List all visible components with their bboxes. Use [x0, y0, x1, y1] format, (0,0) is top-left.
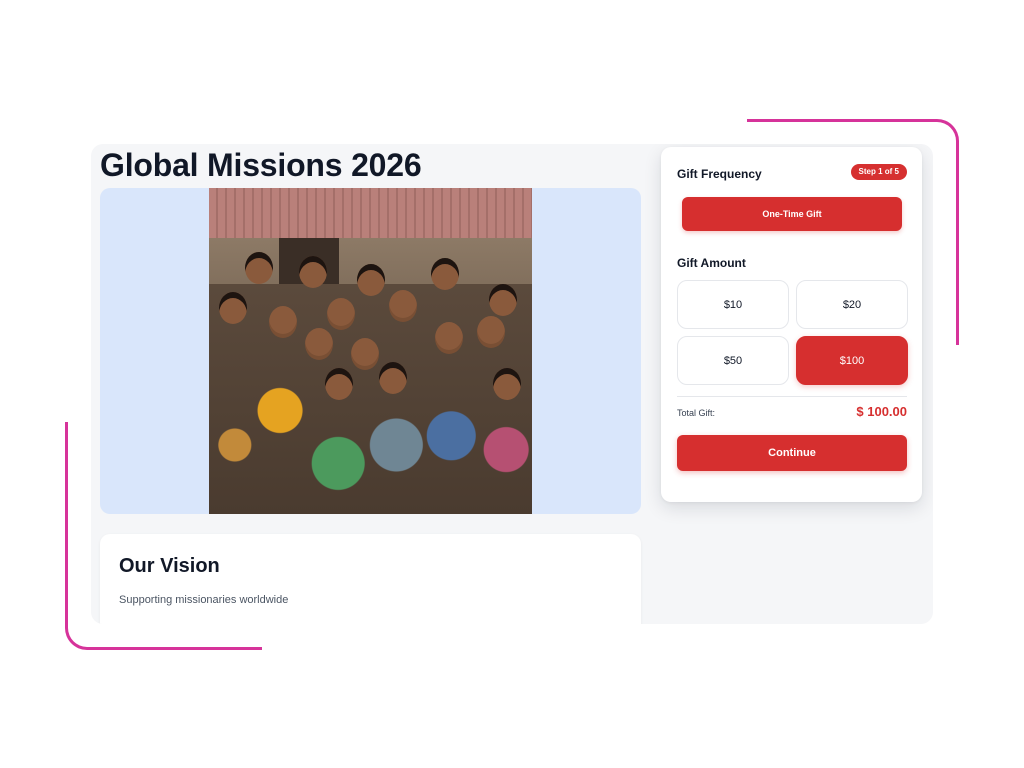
photo-face: [489, 284, 517, 316]
vision-title: Our Vision: [119, 555, 220, 577]
photo-face: [431, 258, 459, 290]
group-photo: [209, 188, 532, 514]
step-badge: Step 1 of 5: [850, 164, 907, 180]
divider: [677, 396, 907, 397]
photo-face: [477, 316, 505, 348]
continue-button[interactable]: Continue: [677, 435, 907, 471]
donation-form-card: Gift Frequency Step 1 of 5 One-Time Gift…: [661, 147, 922, 502]
amount-10-button[interactable]: $10: [677, 280, 789, 329]
photo-face: [325, 368, 353, 400]
amount-50-button[interactable]: $50: [677, 336, 789, 385]
total-gift-label: Total Gift:: [677, 408, 716, 418]
photo-face: [299, 256, 327, 288]
photo-face: [357, 264, 385, 296]
gift-frequency-title: Gift Frequency: [677, 167, 762, 181]
hero-image-container: [100, 188, 641, 514]
page-title: Global Missions 2026: [100, 147, 422, 183]
amount-100-button[interactable]: $100: [796, 336, 908, 385]
gift-amount-title: Gift Amount: [677, 256, 746, 270]
photo-face: [389, 290, 417, 322]
total-gift-value: $ 100.00: [856, 404, 907, 419]
vision-card: Our Vision Supporting missionaries world…: [100, 534, 641, 624]
photo-face: [245, 252, 273, 284]
photo-roof: [209, 188, 532, 238]
photo-face: [435, 322, 463, 354]
one-time-gift-button[interactable]: One-Time Gift: [682, 197, 902, 231]
vision-text: Supporting missionaries worldwide: [119, 594, 289, 606]
page-frame: Global Missions 2026 Our Vision Supporti…: [91, 144, 933, 624]
amount-20-button[interactable]: $20: [796, 280, 908, 329]
photo-face: [379, 362, 407, 394]
photo-face: [327, 298, 355, 330]
photo-face: [493, 368, 521, 400]
photo-face: [269, 306, 297, 338]
photo-face: [351, 338, 379, 370]
photo-face: [219, 292, 247, 324]
photo-face: [305, 328, 333, 360]
